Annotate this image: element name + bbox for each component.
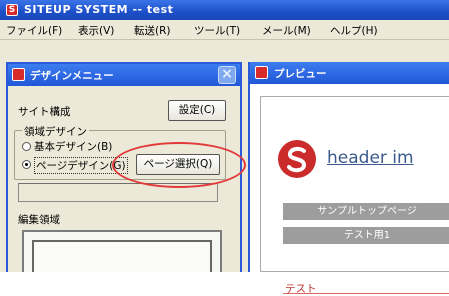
preview-panel: プレビュー header im サンプルトップページ テスト用1 テスト (248, 62, 449, 295)
design-menu-icon (12, 68, 25, 81)
preview-title: プレビュー (274, 68, 327, 80)
app-logo-icon: S (6, 4, 18, 16)
preview-icon (255, 66, 268, 79)
site-structure-label: サイト構成 (18, 106, 71, 118)
preview-header: プレビュー (250, 62, 449, 84)
menu-view[interactable]: 表示(V) (78, 23, 114, 38)
preview-nav-test1[interactable]: テスト用1 (283, 227, 449, 244)
radio-page-design[interactable] (22, 160, 31, 169)
radio-basic-design[interactable] (22, 142, 31, 151)
menu-mail[interactable]: メール(M) (262, 23, 311, 38)
design-menu-header: デザインメニュー × (8, 64, 240, 86)
menu-file[interactable]: ファイル(F) (6, 23, 62, 38)
design-menu-title: デザインメニュー (30, 70, 114, 82)
menu-help[interactable]: ヘルプ(H) (330, 23, 378, 38)
preview-header-link[interactable]: header im (327, 148, 414, 168)
settings-button[interactable]: 設定(C) (168, 100, 226, 121)
highlight-ellipse (112, 142, 246, 188)
area-design-label: 領域デザイン (22, 124, 89, 139)
window-title: SITEUP SYSTEM -- test (24, 3, 174, 16)
menu-transfer[interactable]: 転送(R) (134, 23, 171, 38)
menu-tools[interactable]: ツール(T) (194, 23, 240, 38)
edit-area-canvas[interactable] (22, 230, 222, 272)
preview-nav-sample-top[interactable]: サンプルトップページ (283, 203, 449, 220)
menu-bar: ファイル(F) 表示(V) 転送(R) ツール(T) メール(M) ヘルプ(H) (0, 20, 449, 40)
edit-area-label: 編集領域 (18, 214, 60, 226)
app-titlebar: S SITEUP SYSTEM -- test (0, 0, 449, 20)
site-logo-icon (278, 140, 316, 178)
radio-basic-label: 基本デザイン(B) (34, 141, 113, 153)
divider (283, 293, 449, 294)
preview-page: header im サンプルトップページ テスト用1 テスト (260, 96, 449, 295)
close-icon[interactable]: × (218, 66, 236, 84)
